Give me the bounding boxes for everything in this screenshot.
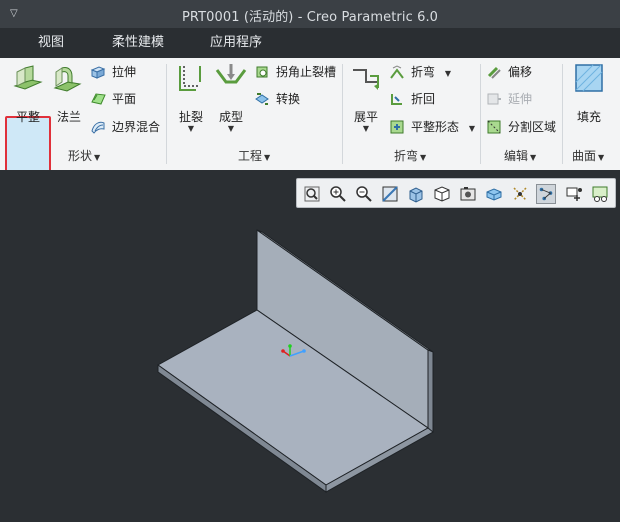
shape-group-label[interactable]: 形状 ▼ — [68, 147, 100, 164]
group-divider — [562, 64, 563, 164]
tab-view[interactable]: 视图 — [38, 28, 64, 58]
split-area-label: 分割区域 — [508, 120, 557, 134]
bend-button[interactable]: 折弯 ▼ — [389, 62, 451, 82]
corner-relief-button[interactable]: 拐角止裂槽 — [254, 62, 336, 82]
boundary-blend-button[interactable]: 边界混合 — [90, 117, 160, 137]
split-area-icon — [487, 120, 501, 134]
fill-label: 填充 — [576, 110, 601, 124]
flat-wall-icon — [13, 65, 43, 90]
shape-group-caret-icon: ▼ — [94, 153, 101, 162]
flatten-form-label: 平整形态 — [411, 120, 460, 134]
repaint-icon[interactable] — [380, 184, 400, 204]
tab-flexible-modeling[interactable]: 柔性建模 — [112, 28, 164, 58]
datum-display-icon[interactable] — [510, 184, 530, 204]
perspective-icon[interactable] — [484, 184, 504, 204]
ribbon: 平整 法兰 拉伸 平面 边界混合 形状 ▼ 扯裂 ▼ 成型 ▼ 拐角止裂槽 转换… — [0, 58, 620, 201]
zoom-out-icon[interactable] — [354, 184, 374, 204]
bend-back-label: 折回 — [411, 92, 436, 106]
bends-group-label[interactable]: 折弯 ▼ — [394, 147, 426, 164]
flange-icon — [53, 67, 82, 92]
extrude-icon — [90, 66, 106, 79]
surfaces-group-caret-icon: ▼ — [598, 153, 605, 162]
extrude-label: 拉伸 — [112, 65, 137, 79]
flatten-form-icon — [390, 120, 404, 134]
planar-icon — [91, 93, 106, 105]
ribbon-tabs: 视图 柔性建模 应用程序 — [0, 28, 620, 58]
fill-button[interactable]: 填充 — [566, 62, 612, 142]
sheetmetal-model[interactable] — [0, 170, 620, 522]
bend-back-button[interactable]: 折回 — [389, 89, 435, 109]
engineering-group-caret-icon: ▼ — [264, 153, 271, 162]
view-toolbar — [296, 178, 616, 208]
offset-button[interactable]: 偏移 — [486, 62, 532, 82]
spin-center-icon[interactable] — [536, 184, 556, 204]
extrude-button[interactable]: 拉伸 — [90, 62, 136, 82]
saved-orientations-icon[interactable] — [432, 184, 452, 204]
unbend-dropdown-icon[interactable]: ▼ — [348, 124, 384, 133]
flatten-form-button[interactable]: 平整形态 ▼ — [389, 117, 475, 137]
extend-label: 延伸 — [508, 92, 533, 106]
corner-relief-icon — [256, 66, 268, 78]
extend-icon — [487, 93, 501, 105]
rip-button[interactable]: 扯裂 ▼ — [172, 62, 210, 142]
unbend-button[interactable]: 展平 ▼ — [348, 62, 384, 142]
title-bar: ▽ PRT0001 (活动的) - Creo Parametric 6.0 — [0, 0, 620, 28]
convert-button[interactable]: 转换 — [254, 89, 300, 109]
flat-label: 平整 — [15, 110, 40, 124]
form-button[interactable]: 成型 ▼ — [212, 62, 250, 142]
annotation-display-icon[interactable] — [564, 184, 584, 204]
window-title: PRT0001 (活动的) - Creo Parametric 6.0 — [181, 10, 439, 25]
form-dropdown-icon[interactable]: ▼ — [212, 124, 250, 133]
boundary-blend-label: 边界混合 — [112, 120, 161, 134]
convert-icon — [255, 93, 269, 105]
zoom-fit-icon[interactable] — [302, 184, 322, 204]
zoom-in-icon[interactable] — [328, 184, 348, 204]
planar-label: 平面 — [112, 92, 137, 106]
form-label: 成型 — [218, 110, 243, 124]
bend-icon — [390, 65, 404, 79]
bend-dropdown-icon[interactable]: ▼ — [445, 69, 451, 78]
flatten-form-dropdown-icon[interactable]: ▼ — [469, 124, 475, 133]
group-divider — [166, 64, 167, 164]
bends-group-caret-icon: ▼ — [420, 153, 427, 162]
editing-group-label[interactable]: 编辑 ▼ — [504, 147, 536, 164]
view-manager-icon[interactable] — [458, 184, 478, 204]
group-divider — [342, 64, 343, 164]
tab-applications[interactable]: 应用程序 — [210, 28, 262, 58]
display-style-icon[interactable] — [406, 184, 426, 204]
offset-label: 偏移 — [508, 65, 533, 79]
form-icon — [215, 64, 247, 84]
convert-label: 转换 — [276, 92, 301, 106]
unbend-label: 展平 — [353, 110, 378, 124]
engineering-group-label[interactable]: 工程 ▼ — [238, 147, 270, 164]
offset-icon — [487, 66, 501, 79]
bend-label: 折弯 — [411, 65, 436, 79]
extend-button[interactable]: 延伸 — [486, 89, 532, 109]
editing-group-caret-icon: ▼ — [530, 153, 537, 162]
flange-label: 法兰 — [56, 110, 81, 124]
boundary-blend-icon — [91, 121, 105, 134]
rip-icon — [179, 66, 201, 91]
group-divider — [480, 64, 481, 164]
flat-button[interactable]: 平整 — [8, 62, 48, 142]
split-area-button[interactable]: 分割区域 — [486, 117, 556, 137]
corner-relief-label: 拐角止裂槽 — [276, 65, 337, 79]
surfaces-group-label[interactable]: 曲面 ▼ — [572, 147, 604, 164]
rip-label: 扯裂 — [178, 110, 203, 124]
planar-button[interactable]: 平面 — [90, 89, 136, 109]
unbend-icon — [353, 69, 379, 90]
sheetmetal-display-icon[interactable] — [590, 184, 610, 204]
bend-back-icon — [391, 94, 402, 105]
flange-button[interactable]: 法兰 — [52, 62, 86, 142]
rip-dropdown-icon[interactable]: ▼ — [172, 124, 210, 133]
fill-icon — [575, 64, 603, 92]
